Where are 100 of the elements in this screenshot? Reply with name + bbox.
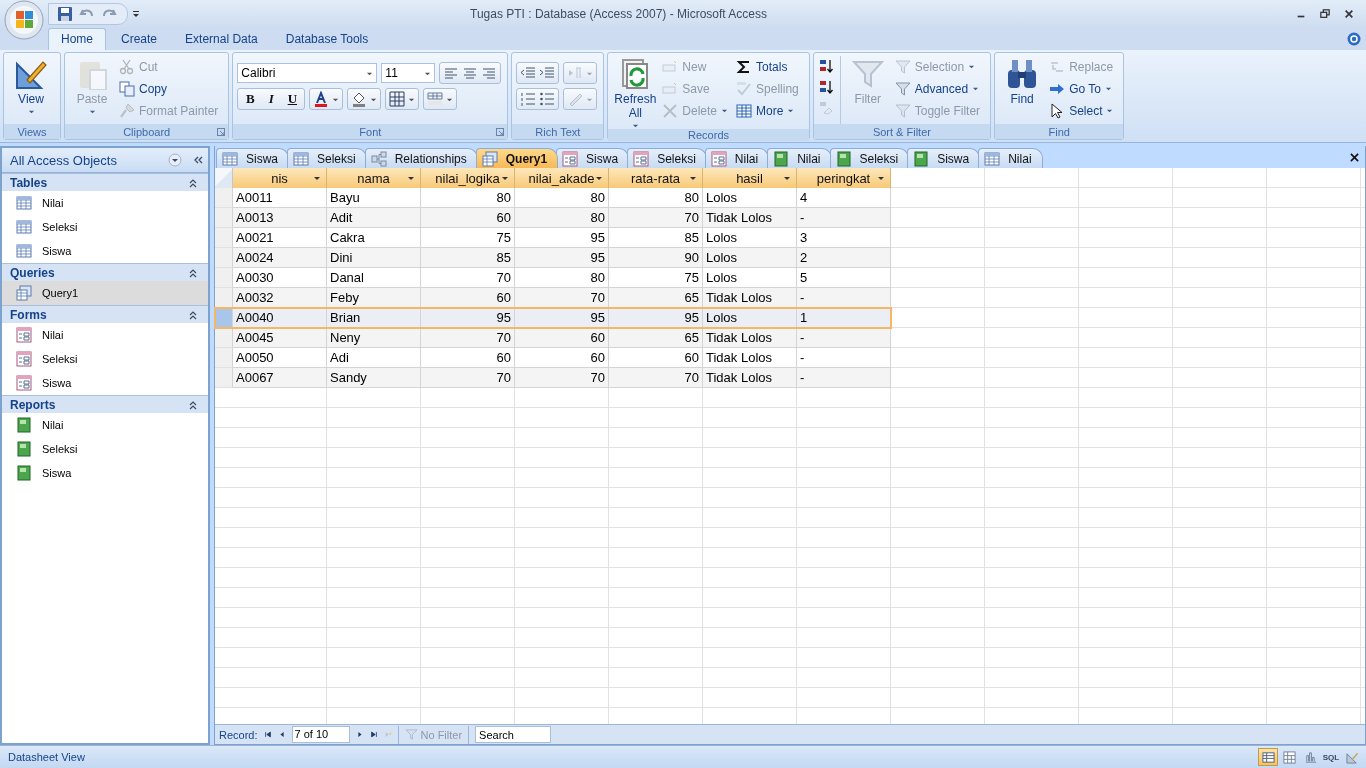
table-row[interactable]: A0045 Neny 70 60 65 Tidak Lolos - [215,328,891,348]
dialog-launcher-icon[interactable] [496,127,505,136]
dropdown-icon[interactable] [168,153,182,167]
dropdown-arrow-icon[interactable] [407,174,415,182]
help-icon[interactable] [1347,32,1361,46]
numbered-list-icon[interactable] [520,91,537,107]
document-tab[interactable]: Nilai [767,148,832,168]
document-tab[interactable]: Seleksi [287,148,367,168]
gridlines-icon[interactable] [389,91,406,107]
ribbon-tab[interactable]: Home [48,28,106,50]
ribbon-button[interactable]: Totals [736,56,803,77]
section-header[interactable]: Queries [2,263,208,281]
previous-record-icon[interactable] [277,730,286,739]
fill-color-icon[interactable] [351,91,368,107]
ribbon-tab[interactable]: Database Tools [272,28,382,50]
navigation-item[interactable]: Nilai [2,323,208,347]
ribbon-large-button[interactable]: View [8,56,54,124]
ribbon-tab[interactable]: External Data [172,28,271,50]
column-header[interactable]: rata-rata [609,168,703,188]
font-style-button[interactable]: B [241,91,260,107]
document-tab[interactable]: Siswa [216,148,289,168]
ribbon-button[interactable]: Advanced [894,78,985,99]
document-tab[interactable]: Nilai [978,148,1043,168]
search-field[interactable]: Search [475,726,552,743]
bullet-list-icon[interactable] [539,91,556,107]
ribbon-large-button[interactable]: Refresh All [612,56,659,129]
navigation-item[interactable]: Seleksi [2,437,208,461]
view-button[interactable] [1258,748,1278,766]
ribbon-large-button[interactable]: Find [999,56,1046,124]
section-header[interactable]: Reports [2,395,208,413]
table-row[interactable]: A0040 Brian 95 95 95 Lolos 1 [215,308,891,328]
table-row[interactable]: A0021 Cakra 75 95 85 Lolos 3 [215,228,891,248]
table-row[interactable]: A0011 Bayu 80 80 80 Lolos 4 [215,188,891,208]
dropdown-arrow-icon[interactable] [689,174,697,182]
document-tab[interactable]: Siswa [907,148,981,168]
font-size-field[interactable]: 11 [381,63,436,83]
column-header[interactable]: nilai_akade [515,168,609,188]
column-header[interactable]: peringkat [797,168,891,188]
document-tab[interactable]: Seleksi [829,148,910,168]
table-row[interactable]: A0024 Dini 85 95 90 Lolos 2 [215,248,891,268]
close-icon[interactable] [1344,9,1354,19]
document-tab[interactable]: Siswa [556,148,630,168]
ribbon-tab[interactable]: Create [108,28,171,50]
dropdown-arrow-icon[interactable] [783,174,791,182]
dropdown-arrow-icon[interactable] [501,174,509,182]
column-header[interactable]: nama [327,168,421,188]
navigation-item[interactable]: Siswa [2,239,208,263]
table-row[interactable]: A0013 Adit 60 80 70 Tidak Lolos - [215,208,891,228]
navigation-item[interactable]: Nilai [2,413,208,437]
ribbon-button[interactable]: Copy [119,78,223,99]
navigation-item[interactable]: Siswa [2,371,208,395]
dropdown-arrow-icon[interactable] [877,174,885,182]
table-row[interactable]: A0067 Sandy 70 70 70 Tidak Lolos - [215,368,891,388]
table-row[interactable]: A0030 Danal 70 80 75 Lolos 5 [215,268,891,288]
table-row[interactable]: A0050 Adi 60 60 60 Tidak Lolos - [215,348,891,368]
table-row[interactable]: A0032 Feby 60 70 65 Tidak Lolos - [215,288,891,308]
align-icon[interactable] [462,65,479,81]
ribbon-button[interactable]: More [736,100,803,121]
restore-icon[interactable] [1320,9,1330,19]
table-cell: Lolos [703,308,797,328]
collapse-pane-icon[interactable] [192,154,204,166]
navigation-item[interactable]: Seleksi [2,347,208,371]
dropdown-arrow-icon[interactable] [313,174,321,182]
record-position-field[interactable]: 7 of 10 [291,726,350,743]
decrease-indent-icon[interactable] [520,65,537,81]
sort-descending-icon[interactable] [817,79,834,95]
font-style-button[interactable]: I [262,91,281,107]
last-record-icon[interactable] [369,730,378,739]
sql-view-button[interactable]: SQL [1321,748,1341,766]
navigation-item[interactable]: Nilai [2,191,208,215]
navigation-item[interactable]: Seleksi [2,215,208,239]
section-header[interactable]: Tables [2,173,208,191]
navigation-item[interactable]: Siswa [2,461,208,485]
font-color-icon[interactable] [313,91,330,107]
document-tab[interactable]: Query1 [475,148,559,168]
sort-ascending-icon[interactable] [817,58,834,74]
ribbon-button[interactable]: Go To [1049,78,1118,99]
font-name-field[interactable]: Calibri [237,63,378,83]
dropdown-arrow-icon[interactable] [595,174,603,182]
customize-toolbar-icon[interactable] [132,10,140,18]
column-header[interactable]: nilai_logika [421,168,515,188]
binoculars-icon [1006,58,1039,90]
align-icon[interactable] [481,65,498,81]
next-record-icon[interactable] [355,730,364,739]
column-header[interactable]: nis [233,168,327,188]
document-tab[interactable]: Nilai [704,148,770,168]
section-header[interactable]: Forms [2,305,208,323]
close-icon[interactable] [1350,152,1359,162]
font-style-button[interactable]: U [283,91,302,107]
ribbon-button[interactable]: Select [1049,100,1118,121]
query-icon [481,150,498,167]
align-icon[interactable] [443,65,460,81]
navigation-item[interactable]: Query1 [2,281,208,305]
document-tab[interactable]: Relationships [364,148,478,168]
document-tab[interactable]: Seleksi [627,148,707,168]
increase-indent-icon[interactable] [539,65,556,81]
column-header[interactable]: hasil [703,168,797,188]
dialog-launcher-icon[interactable] [217,127,226,136]
report-icon [835,150,852,167]
first-record-icon[interactable] [263,730,272,739]
